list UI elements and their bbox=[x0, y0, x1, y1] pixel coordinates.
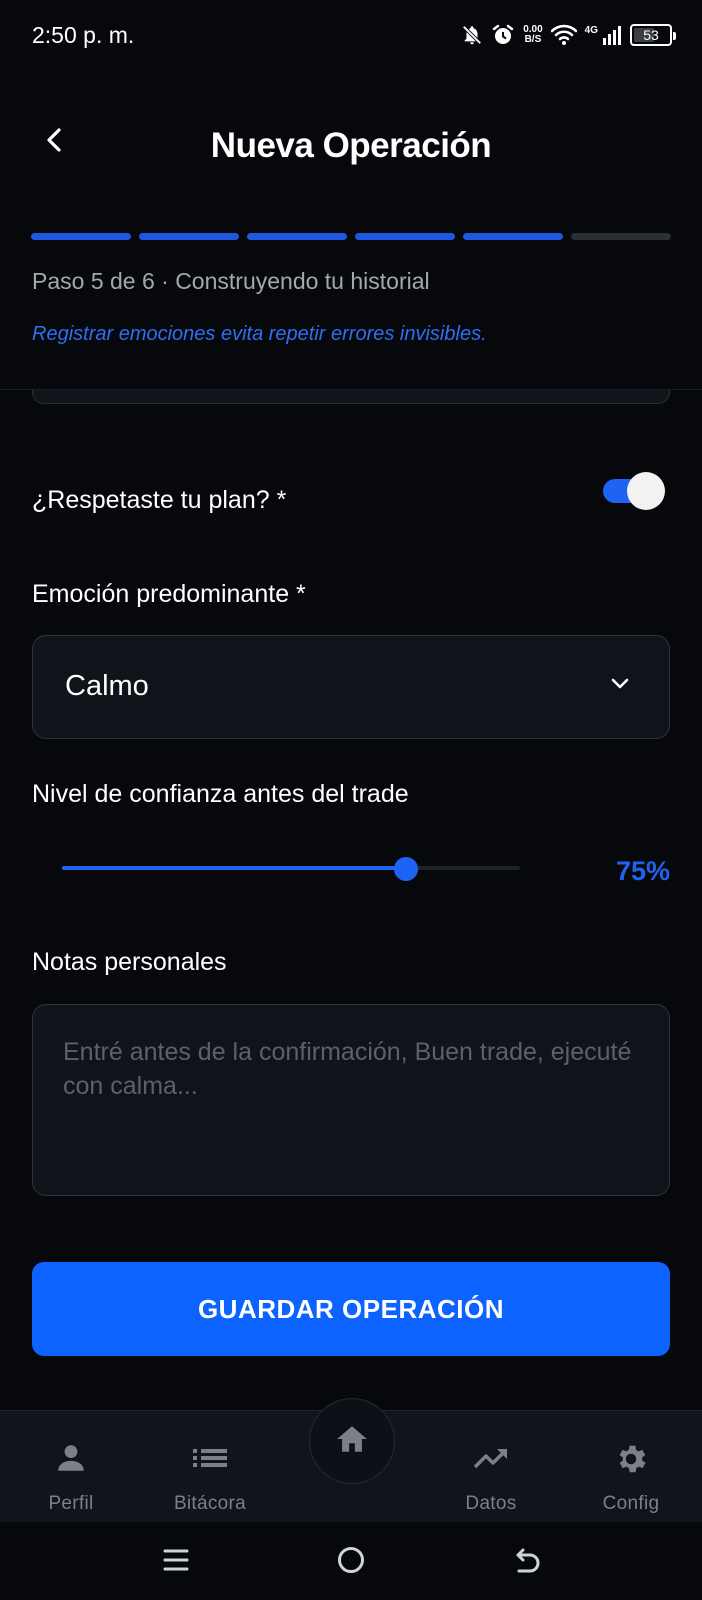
status-time: 2:50 p. m. bbox=[32, 22, 135, 48]
trending-up-icon bbox=[472, 1441, 510, 1480]
battery-level: 53 bbox=[643, 27, 659, 43]
nav-label: Datos bbox=[465, 1493, 517, 1514]
system-home-button[interactable] bbox=[331, 1542, 371, 1582]
network-type: 4G bbox=[584, 24, 598, 36]
plan-label: ¿Respetaste tu plan? * bbox=[32, 486, 287, 514]
save-operation-button[interactable]: GUARDAR OPERACIÓN bbox=[32, 1262, 670, 1356]
tip-text: Registrar emociones evita repetir errore… bbox=[32, 323, 487, 345]
status-bar: 2:50 p. m. 0.00 B/S 4G 53 bbox=[0, 0, 702, 72]
nav-bitacora[interactable]: Bitácora bbox=[155, 1411, 265, 1523]
slider-fill bbox=[62, 866, 406, 870]
progress-segment bbox=[355, 233, 455, 240]
person-icon bbox=[54, 1441, 88, 1480]
confidence-value: 75% bbox=[615, 856, 670, 886]
home-icon bbox=[335, 1423, 369, 1460]
plan-toggle[interactable] bbox=[603, 472, 665, 510]
gear-icon bbox=[613, 1441, 649, 1482]
confidence-slider[interactable] bbox=[62, 856, 520, 882]
progress-segment bbox=[463, 233, 563, 240]
confidence-label: Nivel de confianza antes del trade bbox=[32, 780, 409, 808]
bell-off-icon bbox=[461, 24, 483, 46]
progress-segment bbox=[31, 233, 131, 240]
progress-segment bbox=[571, 233, 671, 240]
nav-label: Perfil bbox=[48, 1493, 94, 1514]
system-nav bbox=[0, 1522, 702, 1600]
list-icon bbox=[191, 1441, 229, 1480]
system-back-button[interactable] bbox=[508, 1542, 548, 1582]
nav-label: Bitácora bbox=[173, 1493, 247, 1514]
menu-icon bbox=[162, 1546, 190, 1579]
page-title: Nueva Operación bbox=[210, 126, 492, 165]
nav-label: Config bbox=[602, 1493, 660, 1514]
back-arrow-icon bbox=[513, 1545, 543, 1580]
alarm-icon bbox=[491, 23, 515, 47]
progress-segment bbox=[247, 233, 347, 240]
step-progress bbox=[31, 233, 671, 241]
net-speed: 0.00 B/S bbox=[523, 25, 542, 45]
slider-thumb[interactable] bbox=[393, 857, 418, 881]
emotion-value: Calmo bbox=[65, 670, 149, 702]
emotion-select[interactable]: Calmo bbox=[32, 635, 670, 739]
chevron-down-icon bbox=[609, 676, 631, 697]
net-speed-unit: B/S bbox=[524, 34, 542, 45]
nav-datos[interactable]: Datos bbox=[436, 1411, 546, 1523]
nav-perfil[interactable]: Perfil bbox=[16, 1411, 126, 1523]
header: Nueva Operación Paso 5 de 6 · Construyen… bbox=[0, 72, 702, 390]
status-icons: 0.00 B/S 4G 53 bbox=[461, 20, 676, 50]
step-text: Paso 5 de 6 · Construyendo tu historial bbox=[32, 268, 430, 294]
home-button[interactable] bbox=[309, 1398, 395, 1484]
notes-label: Notas personales bbox=[32, 948, 227, 976]
notes-textarea[interactable] bbox=[32, 1004, 670, 1196]
home-circle-icon bbox=[336, 1545, 366, 1580]
wifi-icon bbox=[550, 24, 577, 46]
toggle-knob bbox=[627, 472, 665, 510]
nav-config[interactable]: Config bbox=[576, 1411, 686, 1523]
signal-icon bbox=[602, 24, 622, 46]
battery-icon: 53 bbox=[630, 24, 676, 46]
form-content: ¿Respetaste tu plan? * Emoción predomina… bbox=[0, 370, 702, 1600]
emotion-label: Emoción predominante * bbox=[32, 580, 306, 608]
progress-segment bbox=[139, 233, 239, 240]
recents-button[interactable] bbox=[156, 1542, 196, 1582]
